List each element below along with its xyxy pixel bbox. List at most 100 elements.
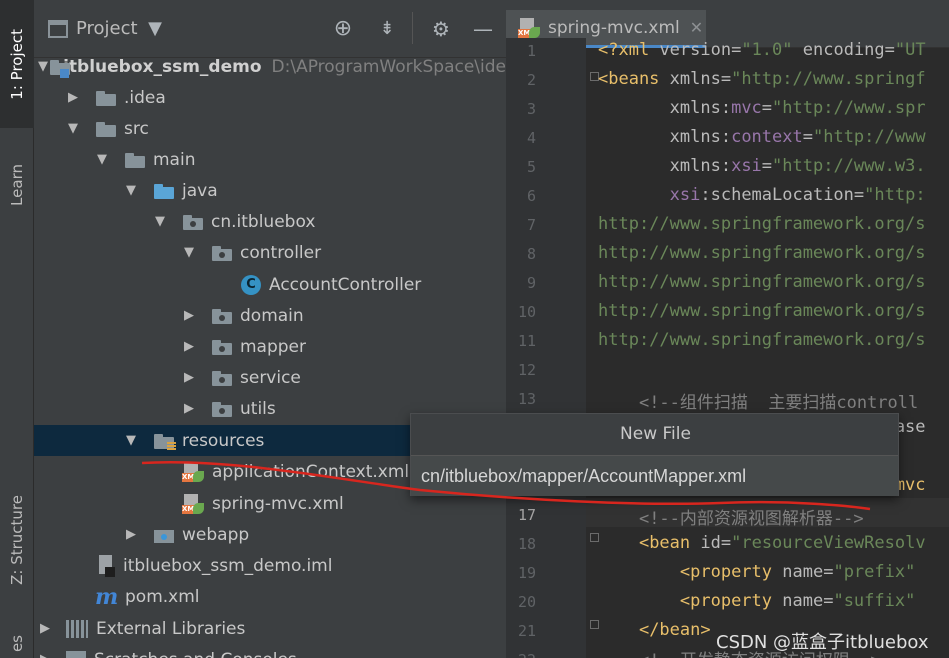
expand-arrow-icon[interactable]: ▶ (182, 370, 196, 385)
code-line[interactable]: </bean> (598, 620, 711, 640)
close-icon[interactable]: ✕ (690, 18, 703, 37)
code-line[interactable]: <?xml version="1.0" encoding="UT (598, 40, 926, 60)
code-line[interactable]: xmlns:context="http://www (598, 127, 926, 147)
tree-item-service[interactable]: ▶ service (34, 362, 506, 393)
new-file-name-input[interactable] (411, 455, 898, 496)
package-icon (212, 401, 232, 417)
web-folder-icon (154, 527, 174, 543)
tree-item-package-root[interactable]: ▼ cn.itbluebox (34, 206, 506, 237)
structure-tool-tab[interactable]: Z: Structure (0, 470, 34, 610)
code-line[interactable]: http://www.springframework.org/s (598, 272, 926, 292)
csdn-watermark: CSDN @蓝盒子itbluebox (716, 632, 929, 653)
tree-item-controller[interactable]: ▼ controller (34, 237, 506, 268)
tree-item-label: controller (240, 242, 322, 263)
expand-arrow-icon[interactable]: ▶ (38, 621, 52, 636)
line-number: 11 (517, 332, 536, 350)
line-number: 9 (526, 274, 536, 292)
expand-arrow-icon[interactable]: ▶ (182, 308, 196, 323)
line-number: 1 (526, 42, 536, 60)
tree-item-main[interactable]: ▼ main (34, 144, 506, 175)
spring-xml-file-icon: XML (518, 17, 540, 38)
code-line[interactable]: <!--组件扫描 主要扫描controll (598, 388, 918, 413)
tree-item-webapp[interactable]: ▶ webapp (34, 519, 506, 550)
tree-item-label: applicationContext.xml (212, 461, 410, 482)
project-view-icon (48, 20, 68, 38)
expand-arrow-icon[interactable]: ▼ (95, 152, 109, 167)
project-tool-tab[interactable]: 1: Project (0, 0, 34, 128)
code-line[interactable]: http://www.springframework.org/s (598, 330, 926, 350)
expand-arrow-icon[interactable]: ▼ (124, 183, 138, 198)
tree-item-label: webapp (182, 524, 250, 545)
spring-xml-file-icon: XML (182, 493, 204, 514)
tree-item-label: java (182, 180, 218, 201)
minimize-icon[interactable]: — (472, 18, 494, 40)
left-tool-strip: 1: Project Learn Z: Structure es (0, 0, 34, 658)
maven-icon: m (95, 583, 119, 610)
expand-arrow-icon[interactable]: ▶ (182, 339, 196, 354)
chevron-down-icon[interactable]: ▼ (144, 18, 166, 40)
line-number: 2 (526, 71, 536, 89)
locate-icon[interactable]: ⊕ (332, 18, 354, 40)
folder-icon (96, 90, 116, 106)
code-line[interactable]: http://www.springframework.org/s (598, 301, 926, 321)
code-line[interactable]: <!--内部资源视图解析器--> (598, 504, 864, 529)
code-line[interactable]: <property name="suffix" (598, 591, 915, 611)
tree-item-label: cn.itbluebox (211, 211, 316, 232)
line-number: 12 (517, 361, 536, 379)
tree-item-label: mapper (240, 336, 307, 357)
java-class-icon: C (241, 274, 261, 295)
code-line[interactable]: <property name="prefix" (598, 562, 915, 582)
line-number-current: 17 (517, 506, 536, 524)
code-line[interactable]: xsi:schemaLocation="http: (598, 185, 926, 205)
tree-item-external-libraries[interactable]: ▶ External Libraries (34, 613, 506, 644)
tree-item-idea[interactable]: ▶ .idea (34, 82, 506, 113)
expand-arrow-icon[interactable]: ▼ (182, 245, 196, 260)
code-line[interactable]: xmlns:xsi="http://www.w3. (598, 156, 926, 176)
code-line[interactable]: http://www.springframework.org/s (598, 243, 926, 263)
tree-item-pom[interactable]: m pom.xml (34, 581, 506, 612)
code-line[interactable]: http://www.springframework.org/s (598, 214, 926, 234)
tree-item-label: External Libraries (96, 618, 246, 639)
tree-item-label: utils (240, 398, 276, 419)
expand-arrow-icon[interactable]: ▶ (182, 401, 196, 416)
code-line[interactable]: <beans xmlns="http://www.springf (598, 69, 926, 89)
expand-arrow-icon[interactable]: ▼ (153, 214, 167, 229)
tree-item-label: service (240, 367, 301, 388)
line-number: 5 (526, 158, 536, 176)
bottom-tool-tab[interactable]: es (0, 630, 34, 658)
line-number: 13 (517, 390, 536, 408)
tree-item-label: itbluebox_ssm_demo (63, 56, 262, 77)
expand-arrow-icon[interactable]: ▶ (38, 652, 52, 658)
line-number: 19 (517, 564, 536, 582)
tree-item-label: .idea (124, 87, 166, 108)
code-line[interactable]: xmlns:mvc="http://www.spr (598, 98, 926, 118)
project-panel-title[interactable]: Project (76, 18, 138, 39)
structure-tool-tab-label: Z: Structure (8, 495, 26, 585)
tree-item-root[interactable]: ▼ itbluebox_ssm_demo D:\AProgramWorkSpac… (34, 51, 506, 82)
expand-arrow-icon[interactable]: ▼ (66, 121, 80, 136)
package-icon (212, 245, 232, 261)
new-file-dialog: New File (410, 413, 899, 496)
line-gutter: 1 2 3 4 5 6 7 8 9 10 11 12 13 14 15 16 1… (506, 38, 586, 658)
module-file-icon (97, 554, 115, 577)
project-panel-header: Project ▼ ⊕ ⇟ ⚙ — (34, 0, 506, 58)
tree-item-scratches[interactable]: ▶ Scratches and Consoles (34, 644, 506, 658)
project-panel: Project ▼ ⊕ ⇟ ⚙ — ▼ itbluebox_ssm_demo D… (34, 0, 506, 658)
tree-item-account-controller[interactable]: C AccountController (34, 269, 506, 300)
tree-item-java[interactable]: ▼ java (34, 175, 506, 206)
code-line[interactable]: <bean id="resourceViewResolv (598, 533, 926, 553)
tree-item-domain[interactable]: ▶ domain (34, 300, 506, 331)
expand-arrow-icon[interactable]: ▼ (124, 433, 138, 448)
line-number: 6 (526, 187, 536, 205)
tree-item-mapper[interactable]: ▶ mapper (34, 331, 506, 362)
tree-item-iml[interactable]: itbluebox_ssm_demo.iml (34, 550, 506, 581)
gear-icon[interactable]: ⚙ (430, 18, 452, 40)
tree-item-label: spring-mvc.xml (212, 493, 344, 514)
collapse-all-icon[interactable]: ⇟ (376, 18, 398, 40)
expand-arrow-icon[interactable]: ▼ (38, 59, 48, 74)
line-number: 8 (526, 245, 536, 263)
expand-arrow-icon[interactable]: ▶ (124, 527, 138, 542)
tree-item-src[interactable]: ▼ src (34, 113, 506, 144)
expand-arrow-icon[interactable]: ▶ (66, 90, 80, 105)
learn-tool-tab[interactable]: Learn (0, 140, 34, 230)
